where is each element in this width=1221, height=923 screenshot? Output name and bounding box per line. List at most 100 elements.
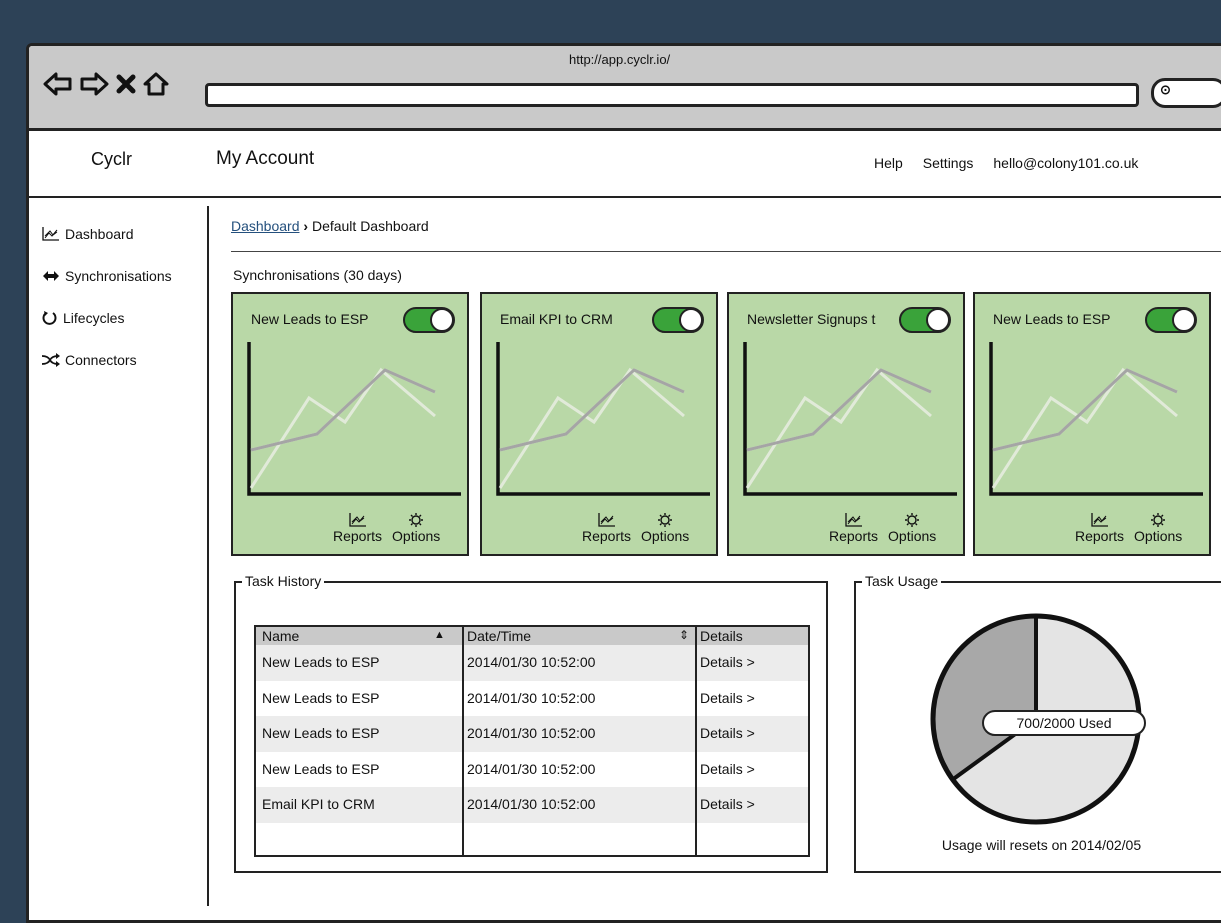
sort-asc-icon[interactable]: ▲: [434, 629, 445, 641]
divider: [231, 251, 1221, 252]
sidebar-item-label: Connectors: [65, 352, 137, 368]
gear-icon: [409, 513, 424, 527]
cell-datetime: 2014/01/30 10:52:00: [467, 796, 596, 812]
gear-icon: [658, 513, 673, 527]
cell-datetime: 2014/01/30 10:52:00: [467, 725, 596, 741]
address-bar[interactable]: [205, 83, 1139, 107]
task-history-panel: Task History Name ▲ Date/Time ⇕ Details …: [234, 573, 828, 873]
back-arrow-icon[interactable]: [43, 72, 73, 96]
stop-icon[interactable]: [115, 72, 137, 96]
table-row[interactable]: New Leads to ESP 2014/01/30 10:52:00 Detai…: [256, 645, 808, 681]
usage-reset-note: Usage will resets on 2014/02/05: [941, 837, 1142, 853]
details-link[interactable]: Details >: [700, 690, 755, 706]
browser-search-box[interactable]: ⊙: [1151, 78, 1221, 108]
reports-button[interactable]: Reports: [333, 512, 382, 544]
table-row[interactable]: New Leads to ESP 2014/01/30 10:52:00 Detai…: [256, 752, 808, 788]
sync-toggle[interactable]: [652, 307, 704, 333]
options-label: Options: [888, 528, 937, 544]
toggle-knob: [1172, 308, 1196, 332]
reports-label: Reports: [1075, 528, 1125, 544]
sync-sparkline: [989, 342, 1203, 496]
sync-toggle[interactable]: [403, 307, 455, 333]
sync-card: Newsletter Signups t Reports Options: [727, 292, 965, 556]
gear-icon: [1151, 513, 1166, 527]
chart-icon: [348, 513, 366, 527]
options-button[interactable]: Options: [888, 512, 936, 544]
column-divider: [695, 627, 697, 855]
sort-toggle-icon[interactable]: ⇕: [679, 628, 689, 642]
cell-name: New Leads to ESP: [262, 654, 380, 670]
browser-window: http://app.cyclr.io/ ⊙ Cyclr My Account …: [26, 43, 1221, 923]
sync-section-label: Synchronisations (30 days): [233, 267, 402, 283]
reports-button[interactable]: Reports: [1075, 512, 1124, 544]
cell-datetime: 2014/01/30 10:52:00: [467, 689, 596, 706]
sync-toggle[interactable]: [1145, 307, 1197, 333]
details-link[interactable]: Details >: [700, 654, 755, 670]
sync-card-title: Newsletter Signups t: [747, 311, 876, 327]
column-divider: [462, 627, 464, 855]
details-link[interactable]: Details >: [700, 725, 755, 741]
sync-toggle[interactable]: [899, 307, 951, 333]
table-row[interactable]: Email KPI to CRM 2014/01/30 10:52:00 Detai…: [256, 787, 808, 823]
chart-icon: [42, 227, 59, 241]
help-link[interactable]: Help: [874, 155, 903, 171]
task-history-legend: Task History: [242, 573, 325, 589]
app-header: Cyclr My Account Help Settings hello@col…: [29, 131, 1221, 198]
cell-name: New Leads to ESP: [262, 760, 380, 777]
sidebar-item-label: Dashboard: [65, 226, 134, 242]
options-label: Options: [1134, 528, 1183, 544]
sidebar-item-label: Lifecycles: [63, 310, 125, 326]
column-header-name[interactable]: Name: [262, 628, 299, 644]
search-icon: ⊙: [1160, 82, 1171, 97]
reports-button[interactable]: Reports: [582, 512, 631, 544]
options-button[interactable]: Options: [392, 512, 440, 544]
sync-card: New Leads to ESP Reports Options: [231, 292, 469, 556]
sidebar-item-lifecycles[interactable]: Lifecycles: [41, 310, 124, 326]
browser-toolbar: http://app.cyclr.io/ ⊙: [29, 46, 1221, 131]
column-header-details: Details: [700, 628, 743, 644]
forward-arrow-icon[interactable]: [79, 72, 109, 96]
sync-sparkline: [247, 342, 461, 496]
sidebar-item-dashboard[interactable]: Dashboard: [41, 226, 134, 242]
chart-icon: [844, 513, 862, 527]
settings-link[interactable]: Settings: [923, 155, 974, 171]
shuffle-icon: [41, 353, 60, 367]
sync-sparkline: [496, 342, 710, 496]
column-header-datetime[interactable]: Date/Time: [467, 628, 531, 644]
toggle-knob: [679, 308, 703, 332]
chart-icon: [1090, 513, 1108, 527]
cell-name: New Leads to ESP: [262, 689, 380, 706]
sync-card: Email KPI to CRM Reports Options: [480, 292, 718, 556]
reports-button[interactable]: Reports: [829, 512, 878, 544]
sync-card-title: New Leads to ESP: [251, 311, 369, 327]
usage-callout: 700/2000 Used: [982, 710, 1146, 736]
options-button[interactable]: Options: [1134, 512, 1182, 544]
cycle-icon: [42, 311, 57, 325]
task-history-table: Name ▲ Date/Time ⇕ Details New Leads to …: [254, 625, 810, 857]
account-email-link[interactable]: hello@colony101.co.uk: [993, 155, 1138, 171]
breadcrumb-current: Default Dashboard: [311, 218, 429, 234]
sync-card-title: Email KPI to CRM: [500, 311, 613, 327]
reports-label: Reports: [829, 528, 879, 544]
details-link[interactable]: Details >: [700, 796, 755, 812]
options-label: Options: [392, 528, 441, 544]
reports-label: Reports: [582, 528, 632, 544]
cell-datetime: 2014/01/30 10:52:00: [467, 760, 596, 777]
url-title: http://app.cyclr.io/: [569, 52, 671, 67]
sync-arrows-icon: [43, 271, 59, 281]
table-row[interactable]: New Leads to ESP 2014/01/30 10:52:00 Detai…: [256, 716, 808, 752]
options-button[interactable]: Options: [641, 512, 689, 544]
chevron-right-icon: ›: [303, 218, 312, 234]
breadcrumb-link-dashboard[interactable]: Dashboard: [231, 218, 300, 234]
reports-label: Reports: [333, 528, 383, 544]
cell-name: Email KPI to CRM: [262, 796, 375, 812]
details-link[interactable]: Details >: [700, 761, 755, 777]
toggle-knob: [430, 308, 454, 332]
home-icon[interactable]: [143, 72, 169, 96]
sidebar-item-connectors[interactable]: Connectors: [41, 352, 137, 368]
brand-logo[interactable]: Cyclr: [91, 149, 132, 170]
table-row[interactable]: New Leads to ESP 2014/01/30 10:52:00 Detai…: [256, 681, 808, 717]
cell-name: New Leads to ESP: [262, 725, 380, 741]
sidebar-item-synchronisations[interactable]: Synchronisations: [41, 268, 172, 284]
breadcrumb: Dashboard › Default Dashboard: [231, 218, 429, 234]
